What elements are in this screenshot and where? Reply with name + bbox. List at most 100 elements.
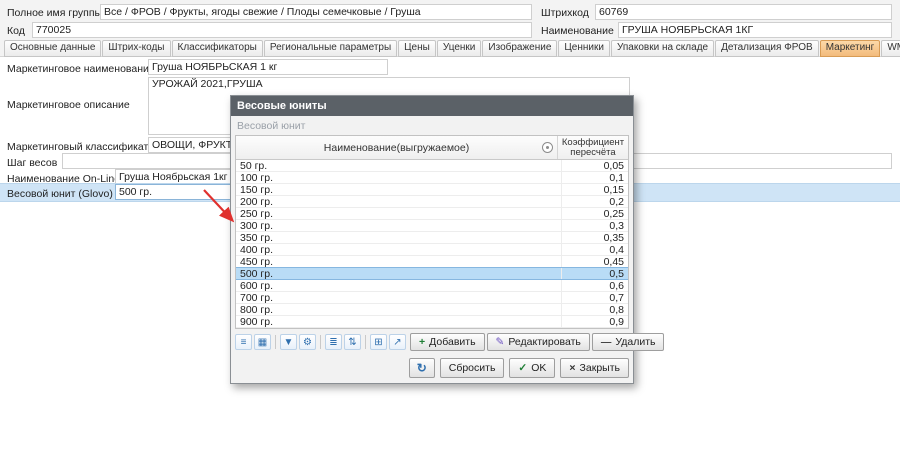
tab-Изображение[interactable]: Изображение xyxy=(482,40,557,57)
toolbar-separator xyxy=(320,335,321,349)
tab-Уценки[interactable]: Уценки xyxy=(437,40,482,57)
edit-button-label: Редактировать xyxy=(508,336,581,348)
dialog-toolbar: ≡▦▼⚙≣⇅⊞↗ + Добавить ✎ Редактировать — Уд… xyxy=(235,332,629,352)
unit-name: 200 гр. xyxy=(236,196,562,207)
tab-Основные данные[interactable]: Основные данные xyxy=(4,40,101,57)
close-icon: × xyxy=(569,362,575,374)
reset-button-label: Сбросить xyxy=(449,362,496,374)
toolbar-separator xyxy=(275,335,276,349)
tab-Штрих-коды[interactable]: Штрих-коды xyxy=(102,40,170,57)
unit-coefficient: 0,25 xyxy=(562,208,628,219)
scale-step-label: Шаг весов xyxy=(7,155,57,171)
weight-units-dialog: Весовые юниты Весовой юнит Наименование(… xyxy=(230,95,634,384)
export-icon[interactable]: ⊞ xyxy=(370,334,387,350)
code-input[interactable] xyxy=(32,22,532,38)
marketing-name-input[interactable] xyxy=(148,59,388,75)
tab-Классификаторы[interactable]: Классификаторы xyxy=(172,40,263,57)
group-name-label: Полное имя группы xyxy=(7,5,102,21)
column-filter-icon[interactable] xyxy=(542,142,553,153)
refresh-button[interactable]: ↻ xyxy=(409,358,435,378)
close-button[interactable]: × Закрыть xyxy=(560,358,629,378)
unit-name: 250 гр. xyxy=(236,208,562,219)
tab-Упаковки на складе[interactable]: Упаковки на складе xyxy=(611,40,714,57)
dialog-toolbar-icons: ≡▦ ▼⚙ ≣⇅ ⊞↗ xyxy=(235,334,406,350)
view-list-icon[interactable]: ≡ xyxy=(235,334,252,350)
unit-row[interactable]: 700 гр.0,7 xyxy=(236,292,628,304)
add-button[interactable]: + Добавить xyxy=(410,333,485,351)
marketing-name-label: Маркетинговое наименование xyxy=(7,61,155,77)
settings-icon[interactable]: ⚙ xyxy=(299,334,316,350)
unit-row[interactable]: 800 гр.0,8 xyxy=(236,304,628,316)
weight-unit-glovo-label: Весовой юнит (Glovo) xyxy=(7,186,113,202)
product-name-input[interactable] xyxy=(618,22,892,38)
group-list-icon[interactable]: ≣ xyxy=(325,334,342,350)
table-header: Наименование(выгружаемое) Коэффициент пе… xyxy=(236,136,628,160)
unit-row[interactable]: 300 гр.0,3 xyxy=(236,220,628,232)
weight-units-table: Наименование(выгружаемое) Коэффициент пе… xyxy=(235,135,629,329)
unit-row[interactable]: 350 гр.0,35 xyxy=(236,232,628,244)
unit-row[interactable]: 150 гр.0,15 xyxy=(236,184,628,196)
ok-button[interactable]: ✓ OK xyxy=(509,358,555,378)
unit-name: 350 гр. xyxy=(236,232,562,243)
barcode-label: Штрихкод xyxy=(541,5,589,21)
tab-Маркетинг[interactable]: Маркетинг xyxy=(820,40,881,57)
weight-units-table-body: 50 гр.0,05100 гр.0,1150 гр.0,15200 гр.0,… xyxy=(236,160,628,328)
code-label: Код xyxy=(7,23,25,39)
edit-button[interactable]: ✎ Редактировать xyxy=(487,333,590,351)
add-button-label: Добавить xyxy=(429,336,475,348)
close-button-label: Закрыть xyxy=(580,362,620,374)
tab-WMS[interactable]: WMS xyxy=(881,40,900,57)
barcode-input[interactable] xyxy=(595,4,892,20)
sort-icon[interactable]: ⇅ xyxy=(344,334,361,350)
tab-Региональные параметры[interactable]: Региональные параметры xyxy=(264,40,397,57)
column-header-coefficient[interactable]: Коэффициент пересчёта xyxy=(558,136,628,159)
unit-coefficient: 0,1 xyxy=(562,172,628,183)
unit-coefficient: 0,5 xyxy=(562,268,628,279)
dialog-title[interactable]: Весовые юниты xyxy=(231,96,633,116)
unit-coefficient: 0,4 xyxy=(562,244,628,255)
unit-name: 700 гр. xyxy=(236,292,562,303)
unit-row[interactable]: 600 гр.0,6 xyxy=(236,280,628,292)
tab-Цены[interactable]: Цены xyxy=(398,40,436,57)
unit-coefficient: 0,8 xyxy=(562,304,628,315)
unit-row[interactable]: 100 гр.0,1 xyxy=(236,172,628,184)
unit-name: 450 гр. xyxy=(236,256,562,267)
group-name-input[interactable] xyxy=(100,4,532,20)
column-header-name[interactable]: Наименование(выгружаемое) xyxy=(236,136,558,159)
tab-Ценники[interactable]: Ценники xyxy=(558,40,610,57)
tab-Детализация ФРОВ[interactable]: Детализация ФРОВ xyxy=(715,40,819,57)
minus-icon: — xyxy=(601,336,612,348)
product-name-label: Наименование xyxy=(541,23,614,39)
check-icon: ✓ xyxy=(518,362,527,374)
unit-row[interactable]: 50 гр.0,05 xyxy=(236,160,628,172)
unit-name: 600 гр. xyxy=(236,280,562,291)
unit-name: 900 гр. xyxy=(236,316,562,327)
view-grid-icon[interactable]: ▦ xyxy=(254,334,271,350)
unit-coefficient: 0,6 xyxy=(562,280,628,291)
unit-row[interactable]: 500 гр.0,5 xyxy=(236,267,628,280)
unit-name: 100 гр. xyxy=(236,172,562,183)
unit-name: 150 гр. xyxy=(236,184,562,195)
unit-row[interactable]: 250 гр.0,25 xyxy=(236,208,628,220)
unit-name: 300 гр. xyxy=(236,220,562,231)
filter-icon[interactable]: ▼ xyxy=(280,334,297,350)
unit-row[interactable]: 450 гр.0,45 xyxy=(236,256,628,268)
unit-name: 800 гр. xyxy=(236,304,562,315)
unit-row[interactable]: 400 гр.0,4 xyxy=(236,244,628,256)
unit-row[interactable]: 200 гр.0,2 xyxy=(236,196,628,208)
pencil-icon: ✎ xyxy=(496,336,505,348)
reset-button[interactable]: Сбросить xyxy=(440,358,505,378)
dialog-footer: ↻ Сбросить ✓ OK × Закрыть xyxy=(235,358,629,378)
plus-icon: + xyxy=(419,336,425,348)
open-window-icon[interactable]: ↗ xyxy=(389,334,406,350)
marketing-description-label: Маркетинговое описание xyxy=(7,97,130,113)
tab-bar: Основные данныеШтрих-кодыКлассификаторыР… xyxy=(4,40,900,57)
delete-button[interactable]: — Удалить xyxy=(592,333,665,351)
unit-row[interactable]: 900 гр.0,9 xyxy=(236,316,628,328)
unit-coefficient: 0,05 xyxy=(562,160,628,171)
unit-name: 50 гр. xyxy=(236,160,562,171)
dialog-field-label: Весовой юнит xyxy=(237,120,629,132)
ok-button-label: OK xyxy=(531,362,546,374)
unit-coefficient: 0,45 xyxy=(562,256,628,267)
delete-button-label: Удалить xyxy=(615,336,655,348)
